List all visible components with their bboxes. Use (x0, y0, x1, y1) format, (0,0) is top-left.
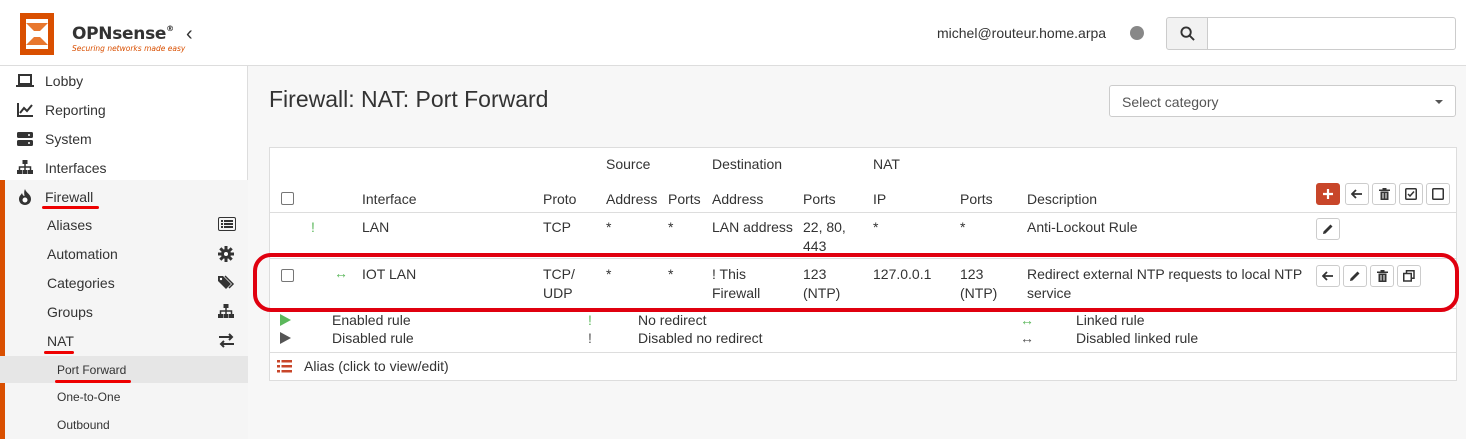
tags-icon (218, 275, 236, 293)
server-icon (16, 130, 34, 148)
select-all-checkbox[interactable] (281, 192, 294, 205)
laptop-icon (16, 72, 34, 90)
nat-group-header: NAT (873, 156, 900, 172)
row1-interface: LAN (362, 219, 390, 235)
row1-description: Anti-Lockout Rule (1027, 219, 1138, 235)
disable-selected-button[interactable] (1426, 183, 1450, 205)
row1-dst-address: LAN address (712, 219, 793, 235)
row1-dst-ports: 22, 80, 443 (803, 219, 846, 254)
source-group-header: Source (606, 156, 651, 172)
col-description[interactable]: Description (1027, 190, 1097, 209)
header-divider (270, 212, 1456, 213)
row1-nat-ports: * (960, 219, 966, 235)
pencil-icon (1323, 224, 1333, 234)
chevron-down-icon (1435, 100, 1443, 104)
col-dst-address[interactable]: Address (712, 190, 763, 209)
user-account[interactable]: michel@routeur.home.arpa (937, 25, 1106, 41)
sidebar-item-groups[interactable]: Groups (0, 298, 248, 327)
plus-icon (1323, 189, 1333, 199)
add-rule-button[interactable] (1316, 183, 1340, 205)
sidebar-item-port-forward[interactable]: Port Forward (0, 356, 248, 383)
legend-disabled-rule: Disabled rule (332, 330, 414, 346)
sidebar-item-lobby[interactable]: Lobby (0, 66, 248, 95)
sidebar-item-automation[interactable]: Automation (0, 240, 248, 269)
sidebar-item-interfaces[interactable]: Interfaces (0, 153, 248, 182)
play-gray-icon (280, 332, 291, 344)
trash-icon (1378, 188, 1390, 200)
list-icon (218, 217, 236, 235)
nat-annotation-underline (44, 351, 74, 354)
col-src-ports[interactable]: Ports (668, 190, 701, 209)
brand-name: OPNsense® (72, 24, 174, 44)
col-proto[interactable]: Proto (543, 190, 576, 209)
disabled-no-redirect-icon: ! (588, 330, 592, 346)
delete-selected-button[interactable] (1372, 183, 1396, 205)
col-interface[interactable]: Interface (362, 190, 416, 209)
arrow-left-icon (1351, 189, 1362, 199)
sidebar: Lobby Reporting System Interfaces Firewa… (0, 66, 248, 439)
col-src-address[interactable]: Address (606, 190, 657, 209)
check-square-icon (1405, 188, 1417, 200)
annotation-highlight-box (253, 253, 1459, 312)
chart-icon (16, 101, 34, 119)
opnsense-logo-icon[interactable] (12, 9, 62, 59)
search-icon (1179, 26, 1195, 41)
row1-src-address: * (606, 219, 612, 235)
sidebar-item-categories[interactable]: Categories (0, 269, 248, 298)
row1-nat-ip: * (873, 219, 879, 235)
disabled-linked-rule-icon: ↔ (1020, 330, 1034, 346)
sidebar-item-outbound[interactable]: Outbound (0, 411, 248, 438)
legend-disabled-linked-rule: Disabled linked rule (1076, 330, 1199, 346)
status-indicator-icon[interactable] (1130, 26, 1144, 40)
enable-selected-button[interactable] (1399, 183, 1423, 205)
collapse-sidebar-chevron-icon[interactable]: ‹ (186, 24, 193, 44)
search-input[interactable] (1207, 17, 1456, 50)
legend-alias[interactable]: Alias (click to view/edit) (304, 358, 449, 374)
top-header: OPNsense® Securing networks made easy ‹ … (0, 0, 1466, 66)
fire-icon (16, 188, 34, 206)
linked-rule-icon: ↔ (1020, 312, 1034, 328)
alias-list-icon (277, 360, 292, 373)
legend-linked-rule: Linked rule (1076, 312, 1145, 328)
gear-icon (218, 246, 236, 264)
row1-src-ports: * (668, 219, 674, 235)
exchange-icon (218, 333, 236, 351)
page-title: Firewall: NAT: Port Forward (269, 86, 549, 112)
col-nat-ip[interactable]: IP (873, 190, 886, 209)
sitemap-icon (16, 159, 34, 177)
sitemap-icon (218, 304, 236, 322)
search-button[interactable] (1166, 17, 1208, 50)
category-select[interactable]: Select category (1109, 85, 1456, 117)
legend-divider (270, 352, 1456, 353)
firewall-annotation-underline (42, 206, 99, 209)
square-icon (1432, 188, 1444, 200)
brand-tagline: Securing networks made easy (72, 44, 186, 53)
legend-no-redirect: No redirect (638, 312, 707, 328)
sidebar-item-reporting[interactable]: Reporting (0, 95, 248, 124)
move-selected-button[interactable] (1345, 183, 1369, 205)
sidebar-item-system[interactable]: System (0, 124, 248, 153)
sidebar-item-aliases[interactable]: Aliases (0, 211, 248, 240)
no-redirect-icon: ! (588, 312, 592, 328)
legend-disabled-no-redirect: Disabled no redirect (638, 330, 763, 346)
row1-edit-button[interactable] (1316, 218, 1340, 240)
col-dst-ports[interactable]: Ports (803, 190, 836, 209)
row1-proto: TCP (543, 219, 571, 235)
sidebar-item-nat[interactable]: NAT (0, 327, 248, 356)
play-green-icon (280, 314, 291, 326)
sidebar-item-one-to-one[interactable]: One-to-One (0, 383, 248, 410)
row1-status-icon[interactable]: ! (311, 218, 315, 237)
legend-enabled-rule: Enabled rule (332, 312, 411, 328)
destination-group-header: Destination (712, 156, 783, 172)
sidebar-item-firewall[interactable]: Firewall (0, 182, 248, 211)
col-nat-ports[interactable]: Ports (960, 190, 993, 209)
